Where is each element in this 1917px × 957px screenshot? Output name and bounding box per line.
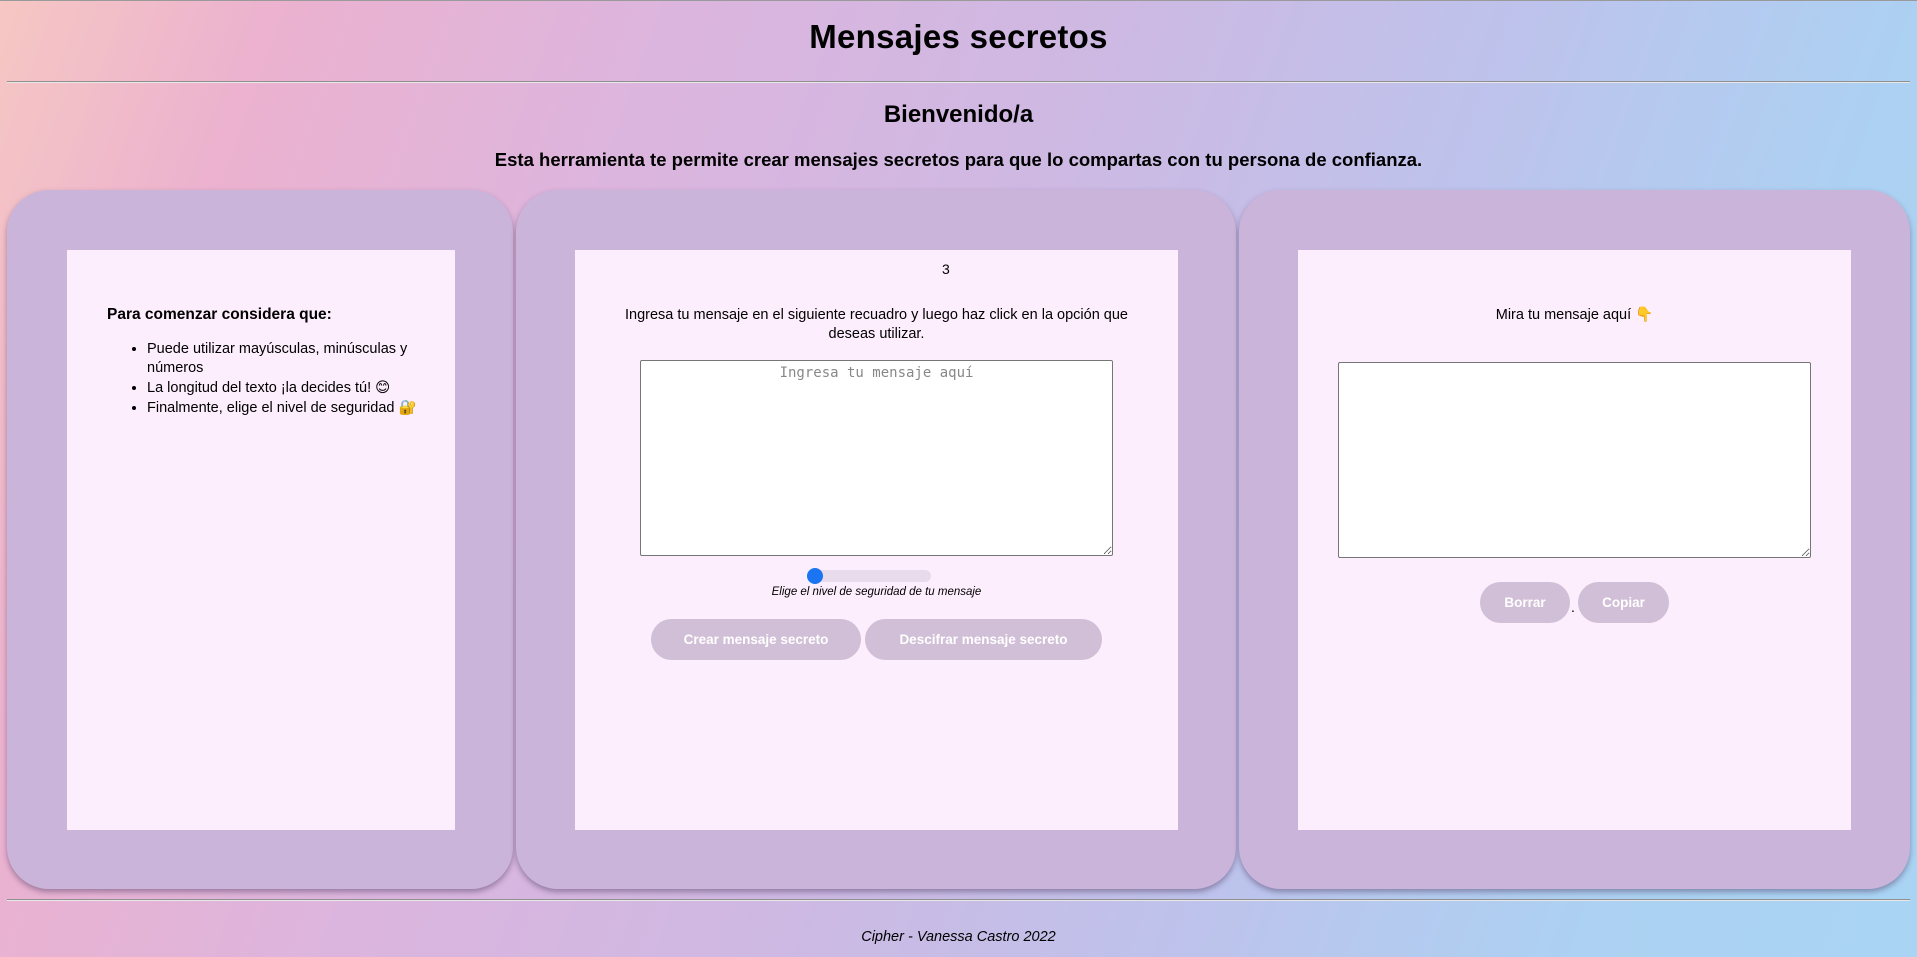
slider-value: 3: [942, 261, 950, 277]
output-title: Mira tu mensaje aquí 👇: [1495, 307, 1654, 323]
header-divider: [7, 81, 1910, 83]
footer-divider: [7, 899, 1910, 901]
input-card: Ingresa tu mensaje en el siguiente recua…: [516, 190, 1236, 889]
clear-button[interactable]: Borrar: [1480, 582, 1570, 623]
input-panel: Ingresa tu mensaje en el siguiente recua…: [575, 250, 1178, 830]
decode-secret-button[interactable]: Descifrar mensaje secreto: [865, 619, 1102, 660]
list-item: La longitud del texto ¡la decides tú! 😊: [147, 379, 447, 398]
message-input[interactable]: [640, 360, 1113, 556]
page-header: Mensajes secretos: [0, 0, 1917, 84]
tips-title: Para comenzar considera que:: [107, 306, 332, 323]
list-item: Finalmente, elige el nivel de seguridad …: [147, 399, 447, 418]
slider-hint: Elige el nivel de seguridad de tu mensaj…: [771, 586, 982, 598]
list-item: Puede utilizar mayúsculas, minúsculas y …: [147, 340, 447, 378]
tips-panel: Para comenzar considera que: Puede utili…: [67, 250, 455, 830]
tips-list: Puede utilizar mayúsculas, minúsculas y …: [107, 340, 447, 419]
footer-text: Cipher - Vanessa Castro 2022: [861, 929, 1056, 945]
output-card: Mira tu mensaje aquí 👇 Borrar . Copiar: [1239, 190, 1910, 889]
output-panel: Mira tu mensaje aquí 👇 Borrar . Copiar: [1298, 250, 1851, 830]
slider-thumb[interactable]: [807, 568, 823, 584]
input-instructions: Ingresa tu mensaje en el siguiente recua…: [625, 307, 1128, 342]
message-output[interactable]: [1338, 362, 1811, 558]
page-title: Mensajes secretos: [809, 18, 1108, 55]
create-secret-button[interactable]: Crear mensaje secreto: [651, 619, 861, 660]
intro-text: Esta herramienta te permite crear mensaj…: [494, 149, 1423, 170]
slider-track[interactable]: [807, 570, 931, 582]
welcome-heading: Bienvenido/a: [883, 101, 1034, 128]
button-separator: .: [1571, 599, 1575, 615]
tips-card: Para comenzar considera que: Puede utili…: [7, 190, 513, 889]
copy-button[interactable]: Copiar: [1578, 582, 1669, 623]
